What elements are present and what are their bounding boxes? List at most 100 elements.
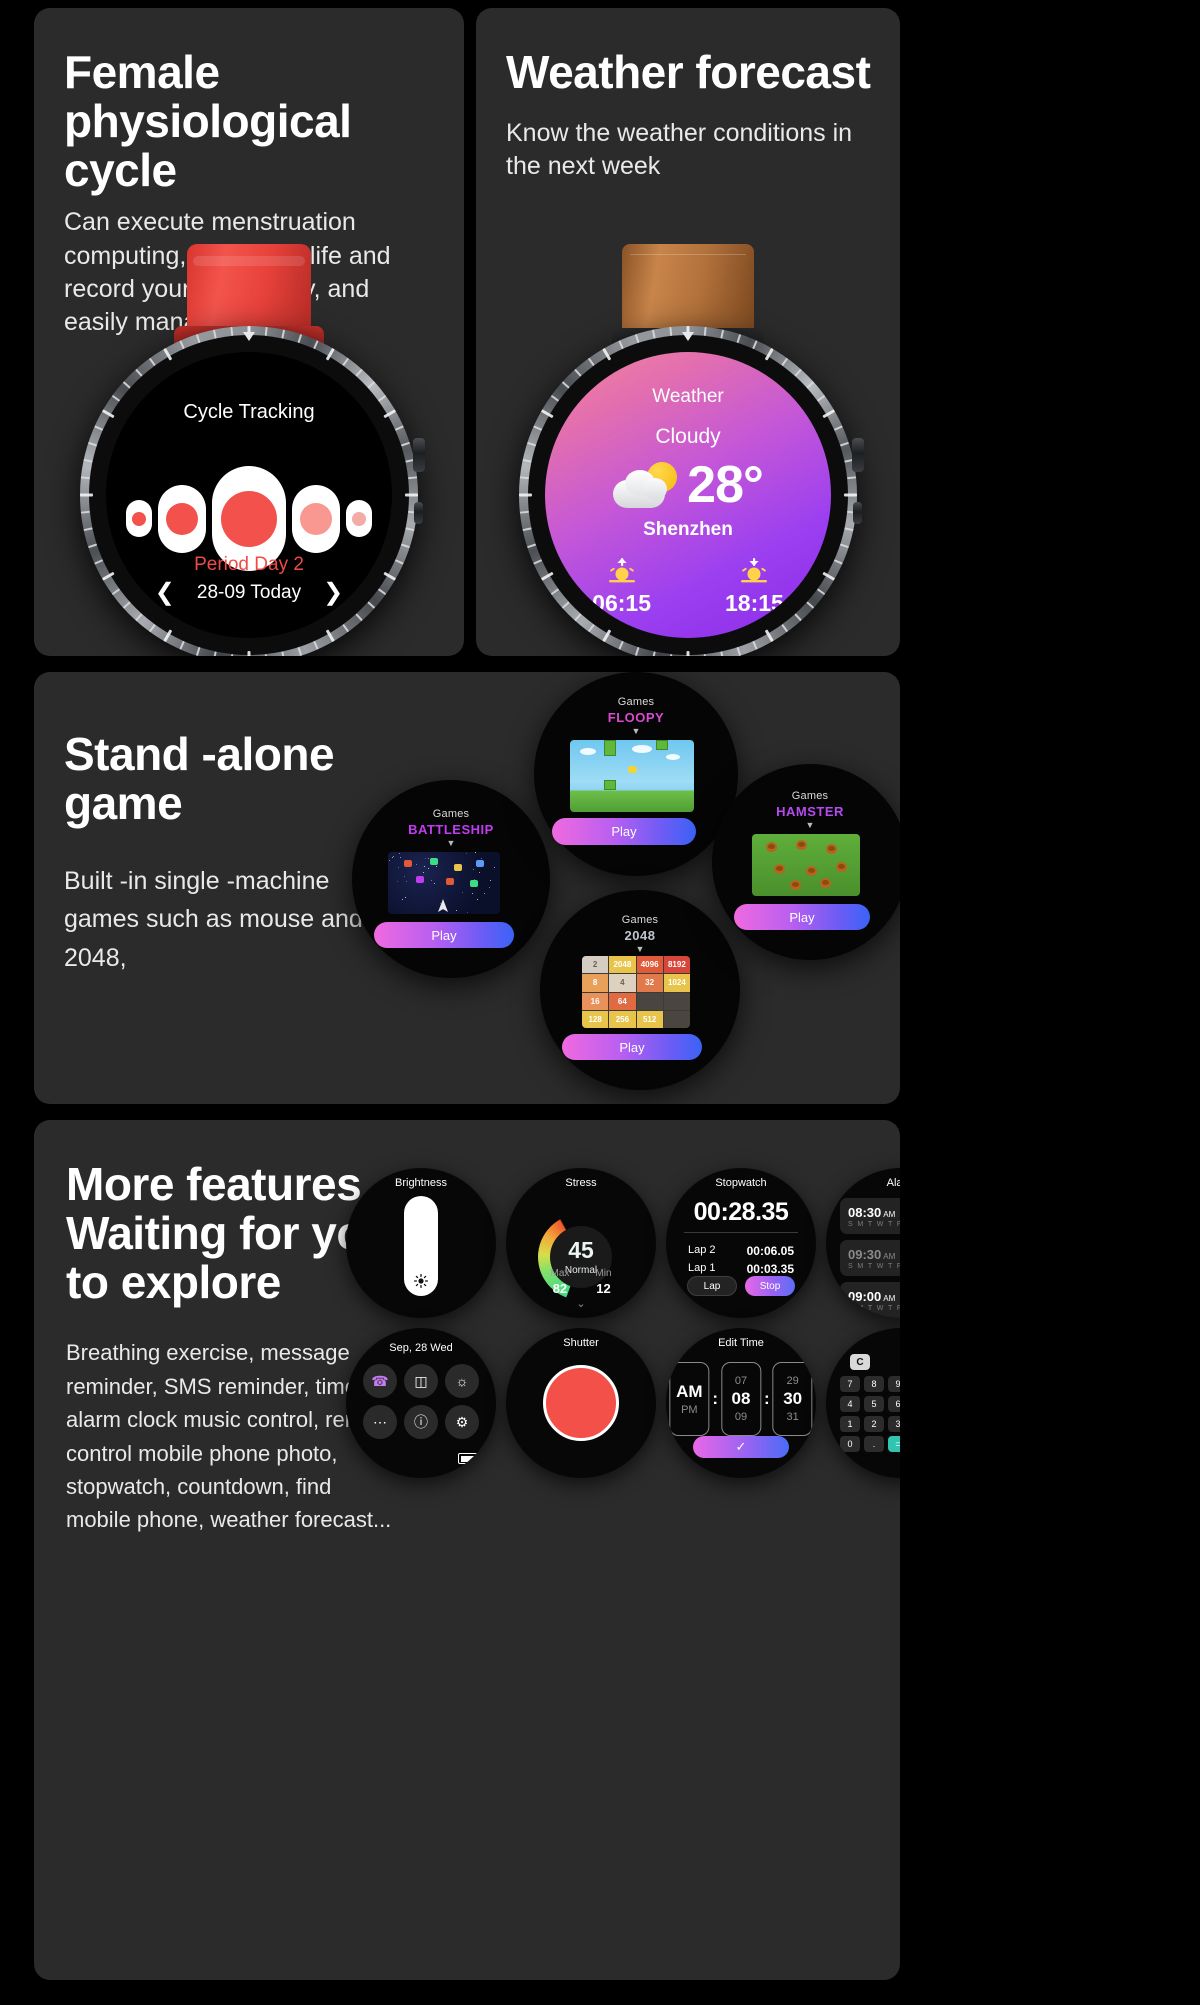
alarm-item[interactable]: 09:30AM S M T W T F S: [840, 1240, 900, 1276]
hamster-character: [790, 880, 801, 890]
bezel-tick: [520, 476, 529, 479]
feature-watch-edit-time[interactable]: Edit Time AM PM : 07 08 09 : 29 30 31 ✓: [666, 1328, 816, 1478]
sunrise-time: 06:15: [592, 590, 651, 617]
weather-temperature: 28°: [687, 455, 763, 515]
watch-button[interactable]: [853, 502, 862, 524]
calculator-key[interactable]: 9: [888, 1376, 900, 1392]
play-button[interactable]: Play: [552, 818, 696, 845]
feature-watch-stress[interactable]: Stress 45 Normal Max 82 Min 12 ⌄: [506, 1168, 656, 1318]
star: [473, 869, 474, 870]
check-icon[interactable]: ✓: [693, 1436, 789, 1458]
cycle-title: Female physiological cycle: [64, 48, 436, 194]
bezel-tick: [123, 381, 131, 389]
phone-icon[interactable]: ☎: [363, 1364, 397, 1398]
calculator-key[interactable]: 0: [840, 1436, 860, 1452]
watch-crown[interactable]: [413, 438, 425, 472]
alarm-item[interactable]: 09:00AM S M T W T F S: [840, 1282, 900, 1318]
calculator-key[interactable]: 7: [840, 1376, 860, 1392]
meridiem-selected: AM: [676, 1382, 702, 1402]
cycle-date-label: 28-09 Today: [197, 582, 301, 604]
cycle-watch-screen[interactable]: Cycle Tracking Period Day 2 ❮ 28-09 Toda…: [106, 352, 392, 638]
apps-grid-icon[interactable]: ⋯: [363, 1405, 397, 1439]
calculator-key[interactable]: 6: [888, 1396, 900, 1412]
sunset-icon: [737, 558, 771, 584]
chevron-left-icon[interactable]: ❮: [155, 581, 175, 605]
bezel-tick: [149, 358, 156, 366]
game-watch-hamster[interactable]: Games HAMSTER ▼ Play: [712, 764, 900, 960]
stress-max-label: Max: [550, 1268, 569, 1279]
bezel-tick: [652, 651, 656, 656]
stress-title: Stress: [506, 1177, 656, 1189]
alarm-time: 08:30 AM: [848, 1205, 900, 1220]
calculator-key[interactable]: 4: [840, 1396, 860, 1412]
weather-watch-screen[interactable]: Weather Cloudy 28° Shenzhen 06:15 18:15: [545, 352, 831, 638]
play-button[interactable]: Play: [374, 922, 514, 948]
feature-watch-brightness[interactable]: Brightness: [346, 1168, 496, 1318]
game-name: FLOOPY: [534, 710, 738, 725]
minute-picker[interactable]: 29 30 31: [773, 1362, 813, 1436]
play-button[interactable]: Play: [734, 904, 870, 930]
female-cycle-card: Female physiological cycle Can execute m…: [34, 8, 464, 656]
contacts-icon[interactable]: ◫: [404, 1364, 438, 1398]
bezel-tick: [94, 425, 103, 430]
calculator-key[interactable]: =: [888, 1436, 900, 1452]
enemy-ship: [476, 860, 484, 867]
game-tile: 2048: [609, 956, 635, 973]
feature-watch-shutter[interactable]: Shutter: [506, 1328, 656, 1478]
game-watch-battleship[interactable]: Games BATTLESHIP ▼ Play: [352, 780, 550, 978]
chevron-down-icon[interactable]: ⌄: [506, 1297, 656, 1310]
meridiem-picker[interactable]: AM PM: [669, 1362, 709, 1436]
calculator-key[interactable]: 8: [864, 1376, 884, 1392]
feature-watch-app-grid[interactable]: Sep, 28 Wed ☎ ◫ ☼ ⋯ ⓘ ⚙: [346, 1328, 496, 1478]
calculator-key[interactable]: .: [864, 1436, 884, 1452]
hour-picker[interactable]: 07 08 09: [721, 1362, 761, 1436]
game-tile: 1024: [664, 974, 690, 991]
watch-crown[interactable]: [852, 438, 864, 472]
calculator-key[interactable]: 2: [864, 1416, 884, 1432]
cycle-day-dot-fill: [166, 503, 198, 535]
star: [428, 868, 429, 869]
game-tile: 256: [609, 1011, 635, 1028]
settings-gear-icon[interactable]: ⚙: [445, 1405, 479, 1439]
brightness-icon[interactable]: ☼: [445, 1364, 479, 1398]
star: [489, 887, 490, 888]
cycle-day-dot-fill: [221, 491, 277, 547]
play-button[interactable]: Play: [562, 1034, 702, 1060]
game-watch-floopy[interactable]: Games FLOOPY ▼ Play: [534, 672, 738, 876]
info-icon[interactable]: ⓘ: [404, 1405, 438, 1439]
alarm-item[interactable]: 08:30AM S M T W T F S: [840, 1198, 900, 1234]
feature-watch-stopwatch[interactable]: Stopwatch 00:28.35 Lap 2 00:06.05 Lap 1 …: [666, 1168, 816, 1318]
star: [405, 897, 406, 898]
calculator-key[interactable]: 5: [864, 1396, 884, 1412]
games-text-block: Stand -alone game Built -in single -mach…: [64, 730, 404, 978]
bezel-tick: [149, 624, 156, 632]
stress-max-block: Max 82: [550, 1268, 569, 1296]
game-tile: 16: [582, 993, 608, 1010]
feature-watch-alarm[interactable]: Alarm 08:30AM S M T W T F S 09:30AM S M …: [826, 1168, 900, 1318]
games-label: Games: [352, 808, 550, 820]
stop-button[interactable]: Stop: [745, 1276, 795, 1296]
bezel-tick: [669, 327, 672, 336]
chevron-right-icon[interactable]: ❯: [323, 581, 343, 605]
alarm-title: Alarm: [826, 1177, 900, 1189]
calculator-clear-key[interactable]: C: [850, 1354, 870, 1370]
lap-button[interactable]: Lap: [687, 1276, 737, 1296]
game-board-battleship: [388, 852, 500, 914]
bezel-tick: [669, 654, 672, 656]
games-label: Games: [712, 790, 900, 802]
camera-shutter-icon[interactable]: [543, 1365, 619, 1441]
watch-button[interactable]: [414, 502, 423, 524]
feature-watch-calculator[interactable]: C 789%456+123−0.=: [826, 1328, 900, 1478]
calculator-key[interactable]: 1: [840, 1416, 860, 1432]
bezel-tick: [401, 442, 410, 447]
lap-label: Lap 1: [688, 1262, 716, 1276]
bezel-tick: [83, 459, 92, 463]
game-watch-2048[interactable]: Games 2048 ▼ 2 2048 4096 8192 8 4 32 1024 16 64 12…: [540, 890, 740, 1090]
bezel-tick: [405, 527, 414, 531]
brightness-slider[interactable]: [404, 1196, 438, 1296]
bezel-tick: [401, 543, 410, 548]
calculator-key[interactable]: 3: [888, 1416, 900, 1432]
game-board-hamster: [752, 834, 860, 896]
colon-separator: :: [764, 1389, 770, 1409]
bezel-tick: [248, 651, 251, 656]
